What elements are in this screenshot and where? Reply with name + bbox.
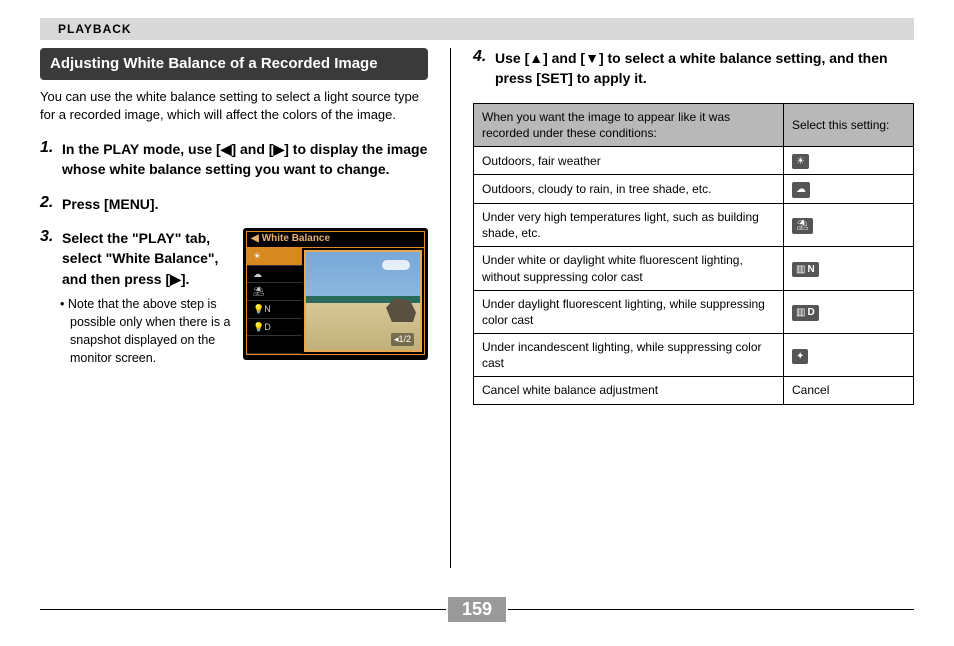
step-text: Use [▲] and [▼] to select a white balanc… — [495, 48, 914, 89]
white-balance-table: When you want the image to appear like i… — [473, 103, 914, 405]
table-body: Outdoors, fair weather ☀ Outdoors, cloud… — [474, 146, 914, 404]
fluorescent-d-icon: ▥D — [792, 305, 819, 321]
steps-list-right: 4. Use [▲] and [▼] to select a white bal… — [473, 48, 914, 89]
page-number: 159 — [448, 597, 506, 622]
condition-cell: Under daylight fluorescent lighting, whi… — [474, 290, 784, 333]
lcd-title: White Balance — [262, 232, 330, 247]
condition-cell: Under incandescent lighting, while suppr… — [474, 334, 784, 377]
table-row: Outdoors, cloudy to rain, in tree shade,… — [474, 175, 914, 204]
lcd-menu-item: ⛱ — [247, 283, 302, 301]
lcd-header: ◀ White Balance — [246, 231, 425, 247]
step-4: 4. Use [▲] and [▼] to select a white bal… — [473, 48, 914, 89]
setting-cell: ☀ — [784, 146, 914, 175]
step-text: Select the "PLAY" tab, select "White Bal… — [62, 228, 233, 289]
content-columns: Adjusting White Balance of a Recorded Im… — [40, 48, 914, 568]
step-3: 3. Select the "PLAY" tab, select "White … — [40, 228, 428, 367]
shade-icon: ⛱ — [792, 218, 813, 234]
setting-cell: ☁ — [784, 175, 914, 204]
condition-cell: Under very high temperatures light, such… — [474, 203, 784, 246]
lcd-menu-item: ☁ — [247, 266, 302, 284]
lcd-photo-cloud — [382, 260, 410, 270]
lcd-body: ☀ ☁ ⛱ 💡N 💡D ◂1/2 — [246, 247, 425, 355]
step-number: 1. — [40, 139, 62, 180]
step-note: Note that the above step is possible onl… — [70, 295, 233, 368]
table-row: Cancel white balance adjustment Cancel — [474, 377, 914, 404]
setting-cell: ⛱ — [784, 203, 914, 246]
right-column: 4. Use [▲] and [▼] to select a white bal… — [451, 48, 914, 568]
step-number: 3. — [40, 228, 62, 367]
step-number: 2. — [40, 194, 62, 214]
lcd-photo: ◂1/2 — [304, 250, 422, 352]
setting-cell: ✦ — [784, 334, 914, 377]
lcd-photo-rock — [386, 298, 416, 322]
lcd-back-icon: ◀ — [251, 232, 259, 247]
footer-rule-right — [508, 609, 914, 610]
lcd-menu-item: ☀ — [247, 248, 302, 266]
footer: 159 — [40, 597, 914, 622]
step-body: Select the "PLAY" tab, select "White Bal… — [62, 228, 428, 367]
setting-cell: ▥N — [784, 247, 914, 290]
lcd-menu: ☀ ☁ ⛱ 💡N 💡D — [247, 248, 302, 354]
condition-cell: Under white or daylight white fluorescen… — [474, 247, 784, 290]
table-row: Outdoors, fair weather ☀ — [474, 146, 914, 175]
footer-rule-left — [40, 609, 446, 610]
table-row: Under white or daylight white fluorescen… — [474, 247, 914, 290]
table-head-setting: Select this setting: — [784, 103, 914, 146]
header-band: PLAYBACK — [40, 18, 914, 40]
step-2: 2. Press [MENU]. — [40, 194, 428, 214]
table-row: Under daylight fluorescent lighting, whi… — [474, 290, 914, 333]
left-column: Adjusting White Balance of a Recorded Im… — [40, 48, 450, 568]
incandescent-icon: ✦ — [792, 349, 808, 365]
table-head-condition: When you want the image to appear like i… — [474, 103, 784, 146]
fluorescent-n-icon: ▥N — [792, 262, 819, 278]
sun-icon: ☀ — [792, 154, 809, 170]
lcd-menu-item — [247, 336, 302, 354]
step-1: 1. In the PLAY mode, use [◀] and [▶] to … — [40, 139, 428, 180]
lcd-menu-item: 💡N — [247, 301, 302, 319]
condition-cell: Cancel white balance adjustment — [474, 377, 784, 404]
steps-list: 1. In the PLAY mode, use [◀] and [▶] to … — [40, 139, 428, 367]
setting-cell: Cancel — [784, 377, 914, 404]
lcd-page-indicator: ◂1/2 — [391, 333, 414, 346]
setting-cell: ▥D — [784, 290, 914, 333]
cloud-icon: ☁ — [792, 182, 810, 198]
step-number: 4. — [473, 48, 495, 89]
table-row: Under very high temperatures light, such… — [474, 203, 914, 246]
lcd-preview: ◀ White Balance ☀ ☁ ⛱ 💡N 💡D — [243, 228, 428, 360]
condition-cell: Outdoors, cloudy to rain, in tree shade,… — [474, 175, 784, 204]
header-section: PLAYBACK — [58, 22, 132, 36]
section-title: Adjusting White Balance of a Recorded Im… — [40, 48, 428, 80]
table-row: Under incandescent lighting, while suppr… — [474, 334, 914, 377]
lcd-menu-item: 💡D — [247, 319, 302, 337]
intro-text: You can use the white balance setting to… — [40, 88, 428, 126]
step-text: In the PLAY mode, use [◀] and [▶] to dis… — [62, 139, 428, 180]
condition-cell: Outdoors, fair weather — [474, 146, 784, 175]
step-text: Press [MENU]. — [62, 194, 428, 214]
